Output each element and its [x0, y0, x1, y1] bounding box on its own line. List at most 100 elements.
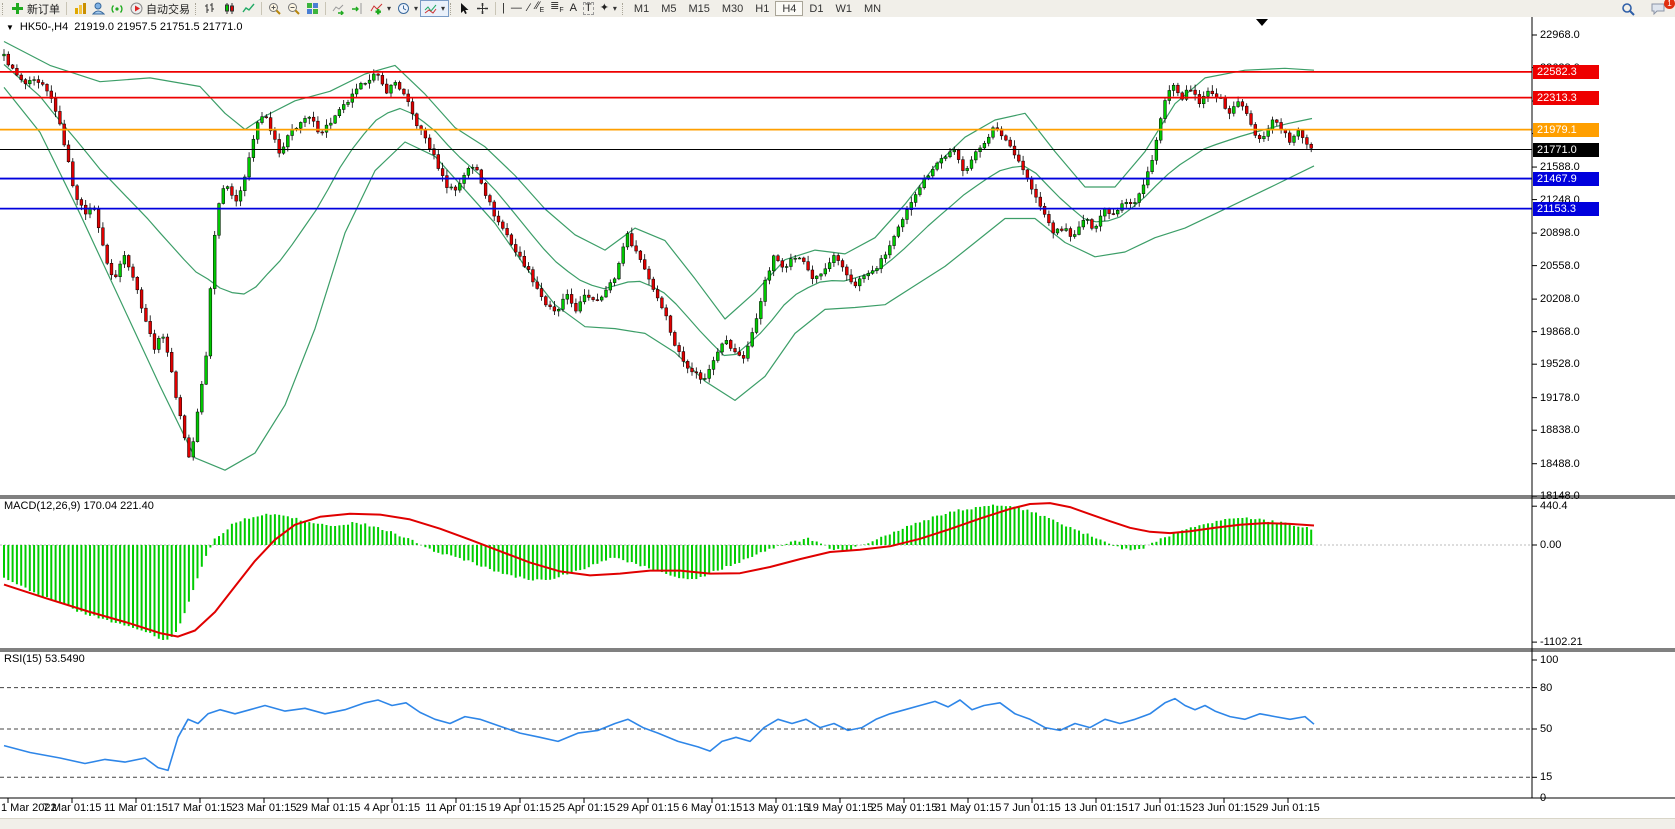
add-indicator-icon — [370, 2, 383, 15]
status-bar — [0, 818, 1675, 829]
hline-price-label: 22313.3 — [1533, 91, 1599, 105]
timeframe-d1[interactable]: D1 — [803, 1, 829, 16]
current-price-label: 21771.0 — [1533, 143, 1599, 157]
notifications-button[interactable]: 1 — [1648, 1, 1669, 16]
templates-icon — [424, 2, 437, 15]
tile-windows-icon — [306, 2, 319, 15]
trendline-button[interactable]: ∕ — [525, 1, 533, 16]
add-indicator-caret: ▾ — [387, 4, 391, 13]
zoom-in-button[interactable] — [265, 1, 284, 16]
vertical-line-icon: | — [502, 3, 505, 14]
zoom-out-icon — [287, 2, 300, 15]
equidistant-channel-button[interactable]: ∕∕E — [533, 1, 547, 16]
templates-button[interactable]: ▾ — [421, 1, 448, 16]
chart-canvas[interactable] — [0, 17, 1675, 818]
date-tick-label: 7 Jun 01:15 — [1003, 802, 1061, 814]
timeframe-h1[interactable]: H1 — [749, 1, 775, 16]
axis-tick-label: 80 — [1540, 682, 1552, 694]
rsi-value: 53.5490 — [45, 653, 85, 665]
bar-chart-button[interactable] — [201, 1, 220, 16]
search-button[interactable] — [1618, 1, 1638, 16]
chart-shift-icon — [351, 2, 364, 15]
auto-scroll-button[interactable] — [329, 1, 348, 16]
symbol-dropdown-icon[interactable]: ▼ — [6, 23, 14, 32]
clock-icon — [397, 2, 410, 15]
date-tick-label: 31 May 01:15 — [935, 802, 1002, 814]
mt4-window: 新订单 自动交易 — [0, 0, 1675, 829]
crosshair-button[interactable] — [473, 1, 492, 16]
axis-tick-label: 22968.0 — [1540, 29, 1580, 41]
chart-area[interactable]: ▼ HK50-,H4 21919.0 21957.5 21751.5 21771… — [0, 17, 1675, 818]
auto-trading-label: 自动交易 — [146, 1, 190, 17]
crosshair-icon — [476, 2, 489, 15]
date-tick-label: 29 Jun 01:15 — [1256, 802, 1320, 814]
axis-tick-label: 18838.0 — [1540, 424, 1580, 436]
signals-button[interactable] — [108, 1, 127, 16]
chart-shift-button[interactable] — [348, 1, 367, 16]
equidistant-channel-icon: ∕∕E — [536, 1, 544, 16]
zoom-out-button[interactable] — [284, 1, 303, 16]
line-chart-icon — [242, 2, 255, 15]
rsi-label: RSI(15) 53.5490 — [4, 653, 85, 665]
auto-trading-button[interactable]: 自动交易 — [127, 1, 193, 16]
date-tick-label: 13 Jun 01:15 — [1064, 802, 1128, 814]
timeframe-w1[interactable]: W1 — [829, 1, 858, 16]
periods-button[interactable]: ▾ — [394, 1, 421, 16]
vertical-line-button[interactable]: | — [499, 1, 508, 16]
horizontal-line-button[interactable]: — — [508, 1, 525, 16]
signals-icon — [111, 2, 124, 15]
symbol-period-label: HK50-,H4 — [20, 21, 68, 33]
timeframe-m5[interactable]: M5 — [655, 1, 682, 16]
chart-window-button[interactable] — [70, 1, 89, 16]
add-indicator-button[interactable]: ▾ — [367, 1, 394, 16]
date-tick-label: 7 Mar 01:15 — [43, 802, 102, 814]
zoom-in-icon — [268, 2, 281, 15]
toolbar: 新订单 自动交易 — [0, 0, 1675, 18]
tile-windows-button[interactable] — [303, 1, 322, 16]
candlestick-chart-button[interactable] — [220, 1, 239, 16]
fibonacci-icon: ≣F — [550, 1, 564, 16]
axis-tick-label: 18488.0 — [1540, 458, 1580, 470]
axis-tick-label: 20558.0 — [1540, 260, 1580, 272]
expert-advisor-button[interactable] — [89, 1, 108, 16]
text-label-button[interactable]: T — [580, 1, 597, 16]
macd-values: 170.04 221.40 — [83, 500, 153, 512]
timeframe-m30[interactable]: M30 — [716, 1, 749, 16]
date-tick-label: 13 May 01:15 — [743, 802, 810, 814]
axis-tick-label: 15 — [1540, 771, 1552, 783]
axis-tick-label: 19868.0 — [1540, 326, 1580, 338]
hline-price-label: 21467.9 — [1533, 172, 1599, 186]
new-order-icon — [11, 2, 24, 15]
auto-trading-icon — [130, 2, 143, 15]
date-tick-label: 25 May 01:15 — [871, 802, 938, 814]
cursor-button[interactable] — [456, 1, 473, 16]
axis-tick-label: 50 — [1540, 723, 1552, 735]
horizontal-line-icon: — — [511, 3, 522, 14]
text-label-icon: T — [583, 2, 594, 15]
date-tick-label: 4 Apr 01:15 — [364, 802, 420, 814]
date-tick-label: 25 Apr 01:15 — [553, 802, 615, 814]
date-tick-label: 19 Apr 01:15 — [489, 802, 551, 814]
timeframe-h4[interactable]: H4 — [775, 1, 803, 16]
chart-header: ▼ HK50-,H4 21919.0 21957.5 21751.5 21771… — [6, 21, 242, 33]
axis-tick-label: 19178.0 — [1540, 392, 1580, 404]
arrows-icon: ✦ — [600, 3, 609, 14]
search-icon — [1621, 2, 1635, 16]
auto-scroll-icon — [332, 2, 345, 15]
chart-window-icon — [73, 2, 86, 15]
macd-label: MACD(12,26,9) 170.04 221.40 — [4, 500, 154, 512]
timeframe-mn[interactable]: MN — [858, 1, 887, 16]
line-chart-button[interactable] — [239, 1, 258, 16]
cursor-icon — [459, 2, 470, 15]
text-button[interactable]: A — [567, 1, 580, 16]
date-tick-label: 11 Apr 01:15 — [425, 802, 487, 814]
toolbar-grip[interactable] — [2, 3, 6, 15]
expert-advisor-icon — [92, 2, 105, 15]
fibonacci-button[interactable]: ≣F — [547, 1, 567, 16]
arrows-button[interactable]: ✦▾ — [597, 1, 620, 16]
timeframe-m1[interactable]: M1 — [628, 1, 655, 16]
ohlc-values: 21919.0 21957.5 21751.5 21771.0 — [74, 21, 242, 33]
date-tick-label: 17 Jun 01:15 — [1128, 802, 1192, 814]
timeframe-m15[interactable]: M15 — [682, 1, 715, 16]
new-order-button[interactable]: 新订单 — [8, 1, 63, 16]
